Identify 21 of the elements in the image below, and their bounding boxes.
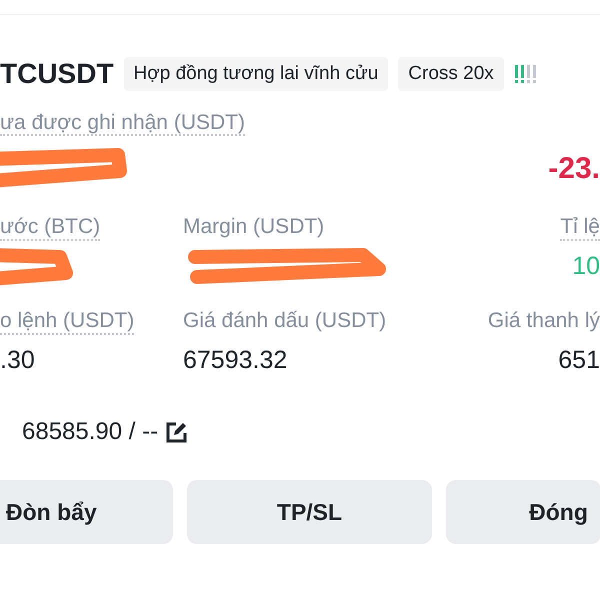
field-label: Giá thanh lý xyxy=(488,308,600,334)
field-label: ước (BTC) xyxy=(0,211,100,241)
roi-value: -23. xyxy=(548,150,600,186)
action-button[interactable]: TP/SL xyxy=(187,480,432,544)
field-label: Tỉ lệ xyxy=(560,211,600,241)
tp-sl-value: 68585.90 / -- xyxy=(22,417,158,447)
edit-icon[interactable] xyxy=(166,421,188,443)
symbol-title: TCUSDT xyxy=(0,60,114,88)
risk-meter-icon xyxy=(514,64,536,84)
field-value: .30 xyxy=(0,345,35,376)
field-label: o lệnh (USDT) xyxy=(0,305,134,335)
contract-tag: Hợp đồng tương lai vĩnh cửu xyxy=(124,56,388,92)
field-value: 67593.32 xyxy=(183,345,288,376)
pnl-label: ưa được ghi nhận (USDT) xyxy=(0,111,245,136)
field-value: 651 xyxy=(558,345,600,376)
action-button[interactable]: Đòn bẩy xyxy=(0,480,173,544)
field-label: Margin (USDT) xyxy=(183,214,324,240)
action-button[interactable]: Đóng xyxy=(446,480,600,544)
contract-tag: Cross 20x xyxy=(398,56,504,92)
field-value: 10 xyxy=(572,251,600,282)
field-label: Giá đánh dấu (USDT) xyxy=(183,308,386,334)
